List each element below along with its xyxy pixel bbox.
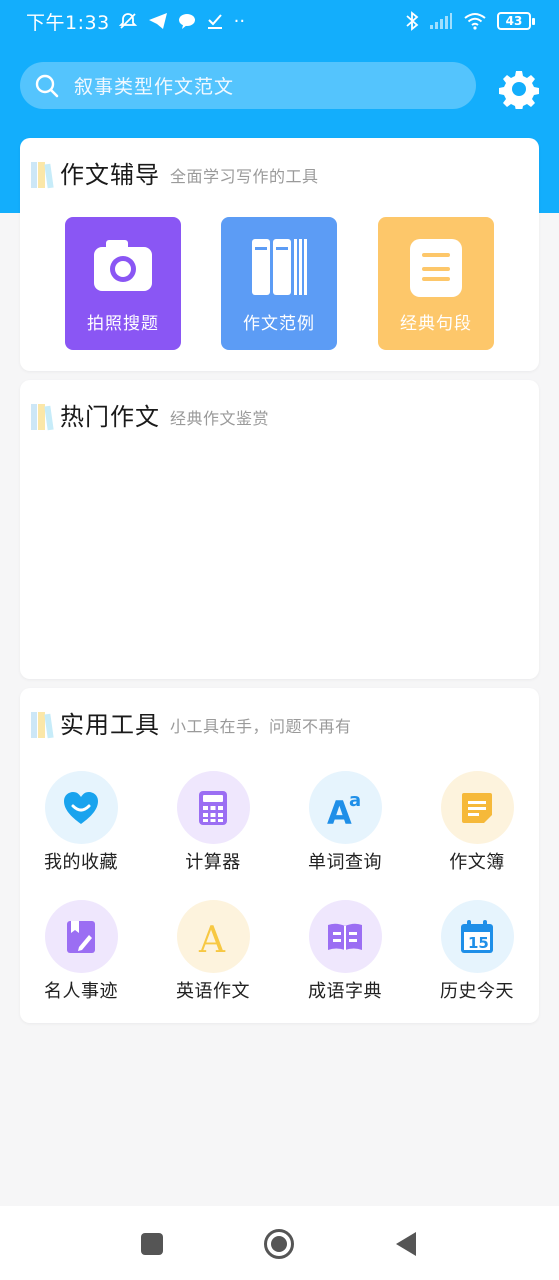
tool-idiom-dictionary[interactable]: 成语字典 [290, 900, 400, 1003]
back-triangle-icon [396, 1232, 416, 1256]
guidance-title: 作文辅导 [60, 161, 160, 189]
square-icon [141, 1233, 163, 1255]
bookmark-pen-icon [67, 920, 95, 953]
wifi-icon [464, 13, 486, 30]
tool-calculator[interactable]: 计算器 [158, 771, 268, 874]
search-placeholder: 叙事类型作文范文 [74, 76, 235, 98]
chat-icon [178, 14, 195, 29]
more-notifications-dots: ·· [233, 10, 246, 32]
tool-famous-deeds[interactable]: 名人事迹 [26, 900, 136, 1003]
tool-favorites-label: 我的收藏 [44, 852, 118, 873]
tool-idiom-dictionary-label: 成语字典 [308, 981, 382, 1002]
navigation-bar [0, 1206, 559, 1280]
svg-text:A: A [198, 920, 226, 956]
guidance-subtitle: 全面学习写作的工具 [170, 167, 319, 186]
tool-notebook-label: 作文簿 [449, 852, 505, 873]
guidance-header: 作文辅导 全面学习写作的工具 [30, 160, 319, 190]
recents-button[interactable] [136, 1228, 168, 1260]
notebook-icon [462, 792, 492, 823]
tool-calculator-label: 计算器 [185, 852, 241, 873]
guidance-card: 作文辅导 全面学习写作的工具 拍照搜题 作文范例 经典句段 [20, 138, 539, 371]
telegram-icon [148, 13, 167, 29]
search-icon [35, 74, 59, 97]
tools-subtitle: 小工具在手，问题不再有 [170, 717, 352, 736]
back-button[interactable] [390, 1228, 422, 1260]
tool-english-essay[interactable]: A 英语作文 [158, 900, 268, 1003]
tools-title: 实用工具 [60, 711, 160, 739]
bluetooth-icon [406, 11, 419, 31]
tool-notebook[interactable]: 作文簿 [422, 771, 532, 874]
book-stack-icon [30, 160, 56, 190]
battery-level: 43 [497, 12, 531, 30]
tool-english-essay-label: 英语作文 [176, 981, 250, 1002]
heart-icon [64, 791, 98, 824]
calendar-icon: 15 [461, 919, 493, 953]
photo-search-label: 拍照搜题 [87, 314, 159, 334]
status-time: 下午1:33 [26, 11, 110, 34]
tools-card: 实用工具 小工具在手，问题不再有 我的收藏 计算器 Aa 单词查询 作文簿 名人… [20, 688, 539, 1023]
open-book-icon [328, 923, 362, 950]
letter-a-icon: A [198, 920, 226, 956]
tool-famous-deeds-label: 名人事迹 [44, 981, 118, 1002]
note-icon [410, 239, 462, 297]
tools-header: 实用工具 小工具在手，问题不再有 [30, 710, 352, 740]
hot-essays-card: 热门作文 经典作文鉴赏 [20, 380, 539, 679]
search-bar[interactable]: 叙事类型作文范文 [20, 62, 476, 109]
word-lookup-icon: Aa [327, 790, 361, 828]
tool-word-lookup[interactable]: Aa 单词查询 [290, 771, 400, 874]
battery-indicator: 43 [497, 12, 535, 30]
essay-examples-label: 作文范例 [243, 314, 315, 334]
signal-icon [430, 13, 452, 29]
tool-history-today-label: 历史今天 [440, 981, 514, 1002]
hot-essays-subtitle: 经典作文鉴赏 [170, 409, 270, 428]
gear-icon [499, 71, 539, 109]
essay-examples-tile[interactable]: 作文范例 [221, 217, 337, 350]
home-circle-icon [264, 1229, 294, 1259]
home-button[interactable] [263, 1228, 295, 1260]
calendar-day: 15 [468, 934, 489, 952]
svg-text:a: a [349, 790, 361, 811]
calculator-icon [199, 790, 227, 825]
book-stack-icon [30, 710, 56, 740]
status-bar: 下午1:33 ·· 43 [0, 0, 559, 42]
settings-button[interactable] [498, 68, 540, 110]
tool-history-today[interactable]: 15 历史今天 [422, 900, 532, 1003]
photo-search-tile[interactable]: 拍照搜题 [65, 217, 181, 350]
book-stack-icon [30, 402, 56, 432]
classic-sentences-tile[interactable]: 经典句段 [378, 217, 494, 350]
books-icon [252, 239, 307, 295]
tool-word-lookup-label: 单词查询 [308, 852, 382, 873]
hot-essays-title: 热门作文 [60, 403, 160, 431]
hot-essays-header: 热门作文 经典作文鉴赏 [30, 402, 269, 432]
mute-bell-icon [118, 13, 137, 29]
tool-favorites[interactable]: 我的收藏 [26, 771, 136, 874]
classic-sentences-label: 经典句段 [400, 314, 472, 334]
download-check-icon [207, 14, 222, 29]
camera-icon [94, 240, 152, 291]
